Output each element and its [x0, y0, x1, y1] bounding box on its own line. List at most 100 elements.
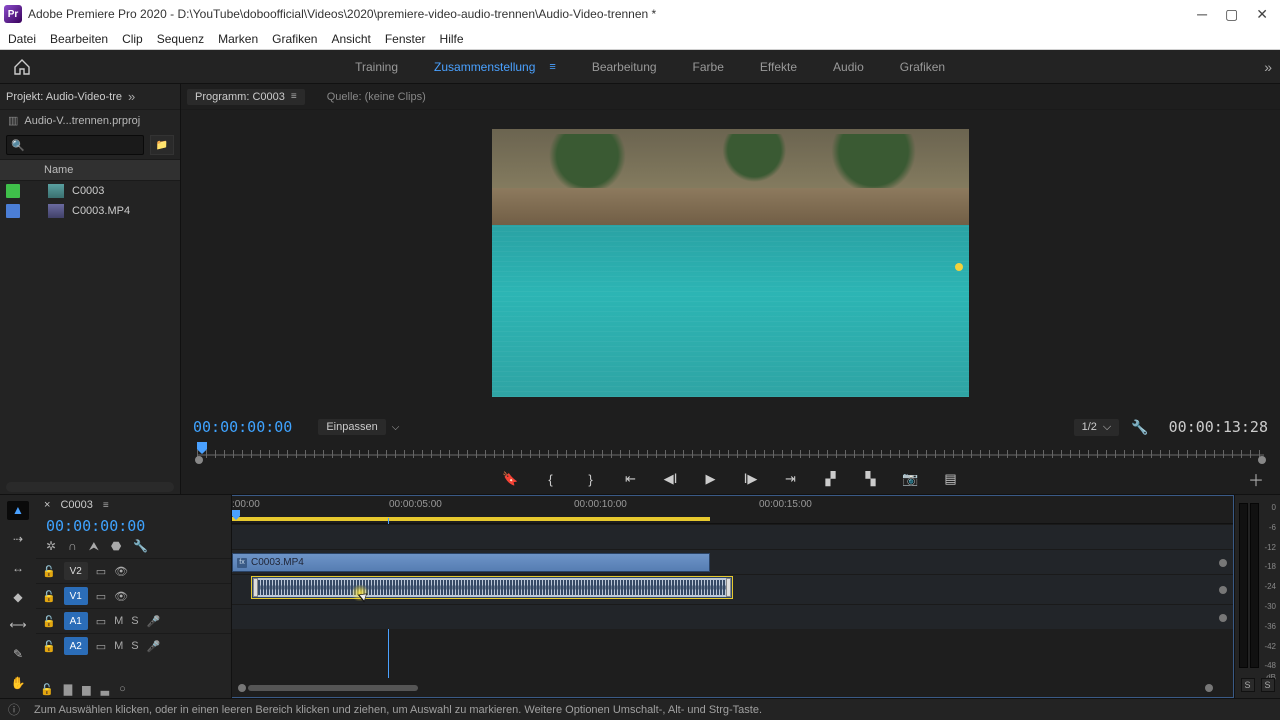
menu-hilfe[interactable]: Hilfe: [436, 30, 468, 48]
comparison-view-button[interactable]: ▤: [940, 470, 962, 488]
go-to-in-button[interactable]: ⇤: [620, 470, 642, 488]
project-item-sequence[interactable]: C0003: [0, 181, 180, 201]
button-editor-icon[interactable]: ＋: [1248, 467, 1264, 491]
add-marker-button[interactable]: 🔖: [500, 470, 522, 488]
workspace-bearbeitung[interactable]: Bearbeitung: [592, 60, 657, 74]
lock-icon[interactable]: 🔓: [42, 565, 56, 578]
menu-fenster[interactable]: Fenster: [381, 30, 430, 48]
program-scrub-bar[interactable]: [193, 440, 1268, 468]
toggle-track-output-icon[interactable]: ▭: [96, 590, 106, 603]
solo-icon[interactable]: S: [131, 615, 138, 627]
timeline-tab-close-icon[interactable]: ×: [44, 499, 50, 511]
work-area-bar[interactable]: [232, 517, 710, 521]
menu-bearbeiten[interactable]: Bearbeiten: [46, 30, 112, 48]
workspace-zusammenstellung[interactable]: Zusammenstellung: [434, 60, 556, 74]
track-header-a2[interactable]: 🔓 A2 ▭ M S 🎤: [36, 633, 231, 658]
eye-icon[interactable]: 👁: [114, 565, 128, 578]
source-monitor-tab[interactable]: Quelle: (keine Clips): [327, 91, 426, 103]
workspace-effekte[interactable]: Effekte: [760, 60, 797, 74]
lock-icon[interactable]: 🔓: [42, 640, 56, 653]
clip-trim-right-handle[interactable]: [726, 578, 731, 597]
timeline-timecode[interactable]: 00:00:00:00: [36, 515, 231, 539]
minimize-button[interactable]: ─: [1197, 6, 1207, 23]
timeline-track-v1[interactable]: fx C0003.MP4: [232, 549, 1233, 574]
track-keyframe-dot[interactable]: [1219, 559, 1227, 567]
toggle-track-output-icon[interactable]: ▭: [96, 640, 106, 653]
program-resolution-select[interactable]: 1/2 ⌵: [1074, 419, 1120, 436]
lock-icon[interactable]: 🔓: [42, 615, 56, 628]
timeline-view-1-icon[interactable]: ▇: [64, 683, 72, 696]
razor-tool[interactable]: ◆: [7, 587, 29, 606]
step-back-button[interactable]: ◀Ⅰ: [660, 470, 682, 488]
mute-icon[interactable]: M: [114, 640, 123, 652]
workspace-audio[interactable]: Audio: [833, 60, 864, 74]
mark-in-button[interactable]: {: [540, 470, 562, 488]
pen-tool[interactable]: ✎: [7, 645, 29, 664]
track-keyframe-dot[interactable]: [1219, 614, 1227, 622]
workspace-training[interactable]: Training: [355, 60, 398, 74]
toggle-track-output-icon[interactable]: ▭: [96, 615, 106, 628]
timeline-tracks-area[interactable]: :00:00 00:00:05:00 00:00:10:00 00:00:15:…: [232, 495, 1234, 698]
wrench-icon[interactable]: 🔧: [1131, 419, 1148, 436]
project-search-input[interactable]: 🔍: [6, 135, 144, 155]
menu-clip[interactable]: Clip: [118, 30, 147, 48]
timeline-audio-clip[interactable]: [252, 577, 732, 598]
eye-icon[interactable]: 👁: [114, 590, 128, 603]
lift-button[interactable]: ▞: [820, 470, 842, 488]
extract-button[interactable]: ▚: [860, 470, 882, 488]
zoom-handle-right[interactable]: [1205, 684, 1213, 692]
timeline-tab-menu-icon[interactable]: ≡: [103, 500, 109, 511]
go-to-out-button[interactable]: ⇥: [780, 470, 802, 488]
timeline-wrench-icon[interactable]: 🔧: [133, 539, 148, 554]
home-button[interactable]: [8, 55, 36, 79]
mark-out-button[interactable]: }: [580, 470, 602, 488]
timeline-ruler[interactable]: :00:00 00:00:05:00 00:00:10:00 00:00:15:…: [232, 496, 1233, 524]
timeline-sequence-tab[interactable]: C0003: [60, 499, 92, 511]
menu-ansicht[interactable]: Ansicht: [327, 30, 374, 48]
hand-tool[interactable]: ✋: [7, 673, 29, 692]
new-bin-button[interactable]: 📁: [150, 135, 174, 155]
track-label-a2[interactable]: A2: [64, 637, 88, 655]
project-panel-overflow-icon[interactable]: »: [128, 89, 135, 104]
track-label-a1[interactable]: A1: [64, 612, 88, 630]
project-file-row[interactable]: ▥ Audio-V...trennen.prproj: [0, 110, 180, 131]
program-range-end-handle[interactable]: [1258, 456, 1266, 464]
mute-icon[interactable]: M: [114, 615, 123, 627]
timeline-settings-icon[interactable]: ⬣: [111, 539, 121, 554]
track-label-v2[interactable]: V2: [64, 562, 88, 580]
project-column-name[interactable]: Name: [0, 159, 180, 181]
step-forward-button[interactable]: Ⅰ▶: [740, 470, 762, 488]
timeline-view-3-icon[interactable]: ▃: [101, 683, 109, 696]
maximize-button[interactable]: ▢: [1225, 6, 1238, 23]
zoom-handle-left[interactable]: [238, 684, 246, 692]
workspace-farbe[interactable]: Farbe: [693, 60, 724, 74]
menu-marken[interactable]: Marken: [214, 30, 262, 48]
timeline-track-a1[interactable]: [232, 574, 1233, 604]
timeline-zoom-scrollbar[interactable]: [238, 683, 1213, 693]
voiceover-icon[interactable]: 🎤: [147, 640, 161, 653]
track-label-v1[interactable]: V1: [64, 587, 88, 605]
export-frame-button[interactable]: 📷: [900, 470, 922, 488]
zoom-scrollbar-thumb[interactable]: [248, 685, 418, 691]
lock-icon[interactable]: 🔓: [42, 590, 56, 603]
program-range-start-handle[interactable]: [195, 456, 203, 464]
workspace-grafiken[interactable]: Grafiken: [900, 60, 945, 74]
project-item-clip[interactable]: C0003.MP4: [0, 201, 180, 221]
meter-solo-left[interactable]: S: [1241, 678, 1255, 692]
track-select-tool[interactable]: ⇢: [7, 530, 29, 549]
clip-trim-left-handle[interactable]: [253, 578, 258, 597]
project-scrollbar[interactable]: [6, 482, 174, 492]
program-zoom-select[interactable]: Einpassen ⌵: [318, 419, 399, 435]
menu-sequenz[interactable]: Sequenz: [153, 30, 208, 48]
add-marker-icon[interactable]: ⮝: [89, 539, 99, 554]
track-header-a1[interactable]: 🔓 A1 ▭ M S 🎤: [36, 608, 231, 633]
close-button[interactable]: ✕: [1256, 6, 1268, 23]
solo-icon[interactable]: S: [131, 640, 138, 652]
meter-solo-right[interactable]: S: [1261, 678, 1275, 692]
snap-toggle-icon[interactable]: ✲: [46, 539, 56, 554]
ripple-edit-tool[interactable]: ↔: [7, 558, 29, 577]
timeline-view-2-icon[interactable]: ▆: [82, 683, 90, 696]
selection-tool[interactable]: ▲: [7, 501, 29, 520]
track-keyframe-dot[interactable]: [1219, 586, 1227, 594]
menu-grafiken[interactable]: Grafiken: [268, 30, 321, 48]
